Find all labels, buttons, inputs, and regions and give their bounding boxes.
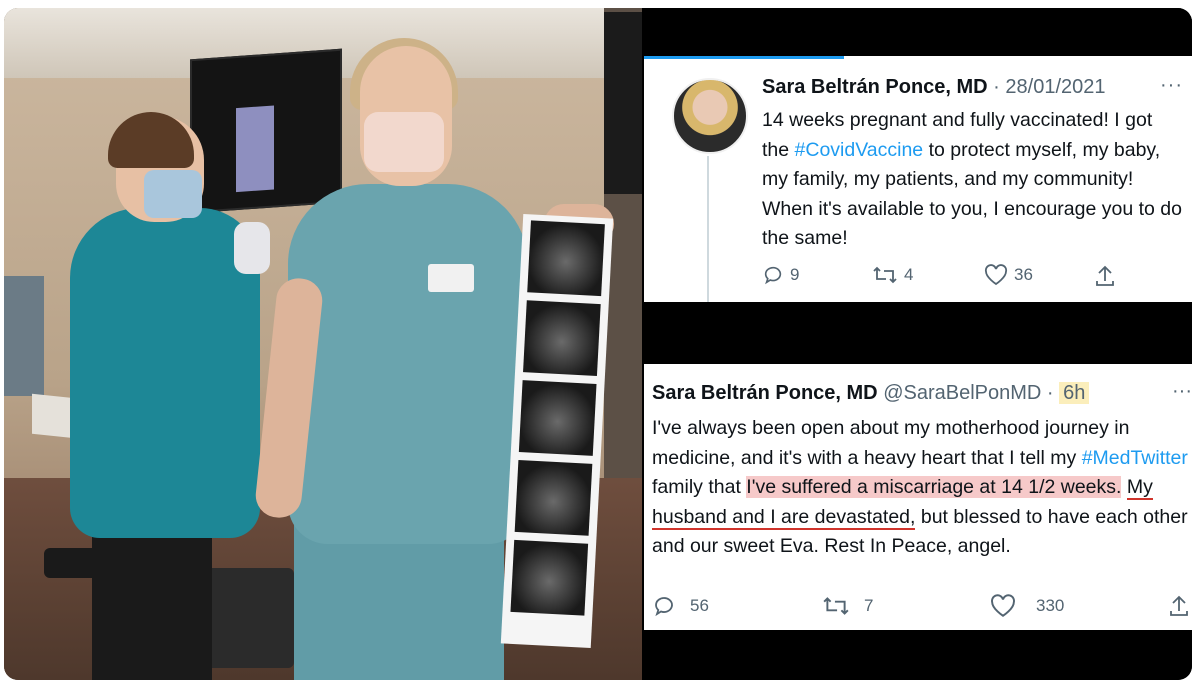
trash-bin bbox=[204, 568, 294, 668]
author-name[interactable]: Sara Beltrán Ponce, MD bbox=[762, 76, 988, 98]
patient-scrubs bbox=[288, 184, 528, 544]
tweet-text: 14 weeks pregnant and fully vaccinated! … bbox=[762, 106, 1182, 254]
composite-image: Sara Beltrán Ponce, MD · 28/01/2021 ··· … bbox=[4, 8, 1192, 680]
ultrasound-frame bbox=[518, 380, 597, 456]
ultrasound-frame bbox=[523, 300, 601, 377]
tweet-date[interactable]: 28/01/2021 bbox=[1005, 76, 1105, 98]
author-handle[interactable]: @SaraBelPonMD bbox=[883, 382, 1041, 404]
like-button[interactable]: 330 bbox=[990, 594, 1064, 618]
avatar[interactable] bbox=[672, 78, 748, 154]
tweet-vaccinated[interactable]: Sara Beltrán Ponce, MD · 28/01/2021 ··· … bbox=[644, 56, 1192, 302]
glove bbox=[234, 222, 270, 274]
reply-count: 9 bbox=[790, 265, 800, 284]
cabinet bbox=[4, 276, 44, 396]
retweet-count: 4 bbox=[904, 265, 914, 284]
tweet-actions: 56 7 330 bbox=[652, 594, 1188, 618]
thread-line bbox=[707, 156, 709, 302]
retweet-icon bbox=[873, 266, 897, 284]
reply-button[interactable]: 9 bbox=[762, 264, 799, 286]
text-segment: family that bbox=[652, 476, 747, 498]
like-button[interactable]: 36 bbox=[984, 264, 1033, 286]
tweet-text: I've always been open about my motherhoo… bbox=[652, 414, 1188, 562]
text-segment: I've always been open about my motherhoo… bbox=[652, 417, 1130, 469]
ultrasound-frame bbox=[510, 539, 589, 616]
nurse-left bbox=[70, 208, 260, 538]
tweets-panel: Sara Beltrán Ponce, MD · 28/01/2021 ··· … bbox=[644, 8, 1192, 680]
share-button[interactable] bbox=[1168, 594, 1190, 618]
retweet-count: 7 bbox=[864, 596, 874, 615]
tweet-header: Sara Beltrán Ponce, MD · 28/01/2021 bbox=[762, 76, 1106, 99]
tweet-header: Sara Beltrán Ponce, MD @SaraBelPonMD · 6… bbox=[652, 382, 1090, 405]
face-mask bbox=[144, 170, 202, 218]
share-icon bbox=[1170, 595, 1188, 616]
like-count: 36 bbox=[1014, 265, 1033, 284]
ultrasound-frame bbox=[514, 460, 593, 536]
share-icon bbox=[1096, 265, 1114, 286]
wall-monitor bbox=[190, 48, 342, 214]
like-icon bbox=[984, 264, 1008, 286]
reply-icon bbox=[764, 266, 782, 285]
wall-monitor-2 bbox=[604, 12, 642, 194]
retweet-icon bbox=[823, 597, 849, 615]
tweet-actions: 9 4 36 bbox=[762, 264, 1122, 288]
progress-bar bbox=[644, 56, 844, 59]
like-icon bbox=[991, 594, 1015, 617]
patient-mask bbox=[364, 112, 444, 172]
vaccination-photo bbox=[4, 8, 642, 680]
separator: · bbox=[1041, 382, 1060, 404]
tweet-miscarriage[interactable]: Sara Beltrán Ponce, MD @SaraBelPonMD · 6… bbox=[644, 364, 1192, 630]
retweet-button[interactable]: 4 bbox=[872, 264, 913, 286]
tweet-time[interactable]: 6h bbox=[1059, 382, 1090, 404]
reply-count: 56 bbox=[690, 596, 709, 615]
reply-icon bbox=[655, 597, 673, 617]
highlighted-text: I've suffered a miscarriage at 14 1/2 we… bbox=[746, 476, 1122, 498]
more-options-icon[interactable]: ··· bbox=[1160, 74, 1183, 97]
like-count: 330 bbox=[1036, 596, 1065, 615]
ultrasound-frame bbox=[527, 220, 605, 297]
separator: · bbox=[987, 76, 1006, 98]
author-name[interactable]: Sara Beltrán Ponce, MD bbox=[652, 382, 878, 404]
hashtag-link[interactable]: #CovidVaccine bbox=[795, 139, 924, 161]
more-options-icon[interactable]: ··· bbox=[1172, 380, 1192, 403]
hashtag-link[interactable]: #MedTwitter bbox=[1082, 447, 1188, 469]
share-button[interactable] bbox=[1094, 264, 1116, 288]
retweet-button[interactable]: 7 bbox=[822, 594, 873, 618]
reply-button[interactable]: 56 bbox=[652, 594, 709, 618]
id-badge bbox=[428, 264, 474, 292]
